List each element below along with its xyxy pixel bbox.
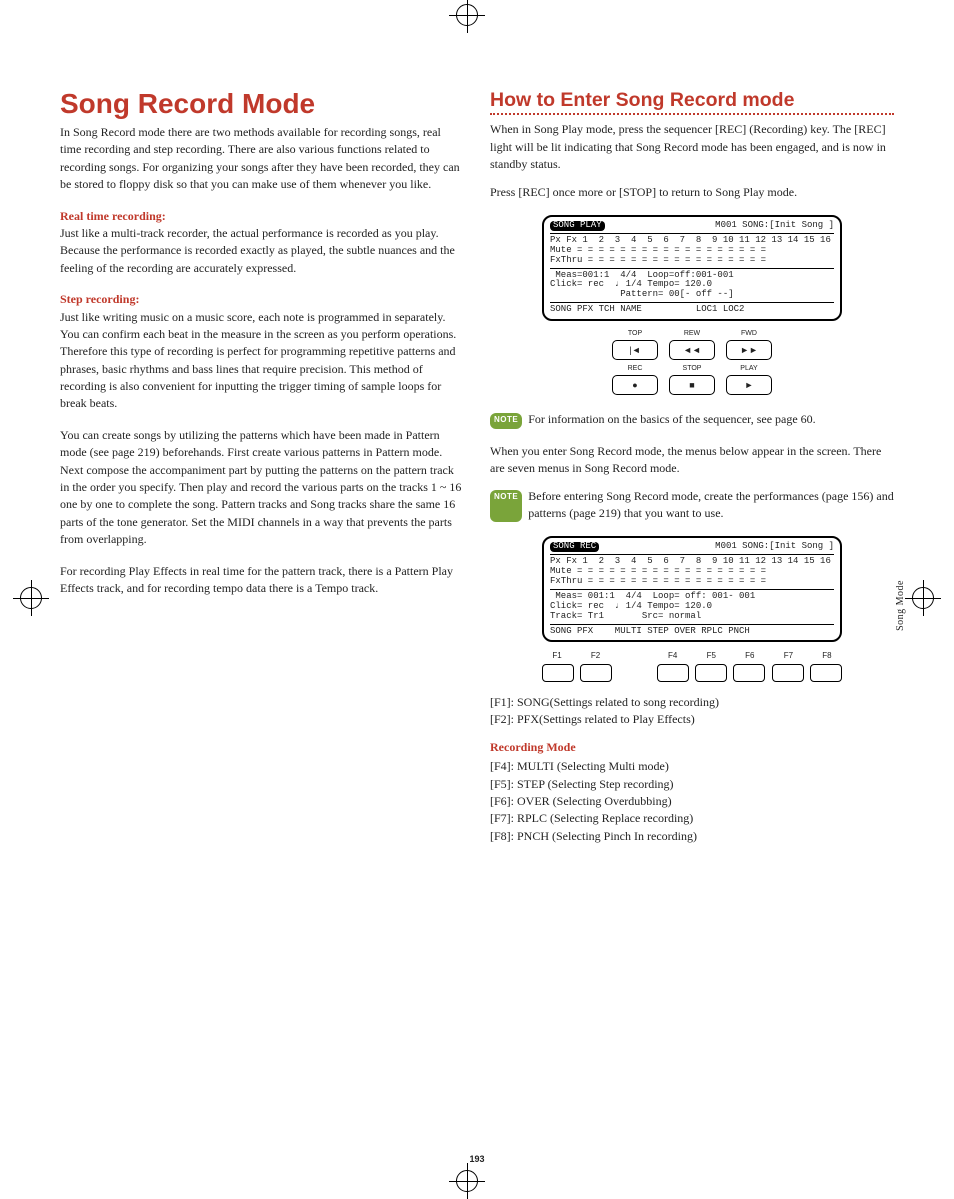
lcd2-tag: SONG REC [550, 542, 599, 552]
btn-rew[interactable]: ◄◄ [669, 340, 715, 360]
para-enter-1: When in Song Play mode, press the sequen… [490, 121, 894, 173]
btn-top[interactable]: |◄ [612, 340, 658, 360]
lcd-song-rec: SONG REC M001 SONG:[Init Song ] Px Fx 1 … [542, 536, 842, 642]
note-2-text: Before entering Song Record mode, create… [528, 488, 894, 523]
register-bottom [456, 1170, 478, 1192]
f1-f2-list: [F1]: SONG(Settings related to song reco… [490, 694, 894, 729]
btn-rec[interactable]: ● [612, 375, 658, 395]
page-title: Song Record Mode [60, 90, 464, 118]
lcd1-fx: FxThru = = = = = = = = = = = = = = = = = [550, 256, 834, 266]
lcd2-bottom: SONG PFX MULTI STEP OVER RPLC PNCH [550, 627, 834, 637]
intro-paragraph: In Song Record mode there are two method… [60, 124, 464, 194]
recording-mode-heading: Recording Mode [490, 739, 894, 756]
subhead-step: Step recording: [60, 291, 464, 308]
para-realtime: Just like a multi-track recorder, the ac… [60, 225, 464, 277]
lcd-song-play: SONG PLAY M001 SONG:[Init Song ] Px Fx 1… [542, 215, 842, 321]
note-badge-icon: NOTE [490, 413, 522, 428]
label-rec: REC [612, 364, 658, 374]
para-patterns: You can create songs by utilizing the pa… [60, 427, 464, 549]
fk-btn-f5[interactable] [695, 664, 727, 682]
list-item: [F2]: PFX(Settings related to Play Effec… [490, 711, 894, 728]
para-step: Just like writing music on a music score… [60, 309, 464, 413]
lcd2-track: Track= Tr1 Src= normal [550, 612, 834, 622]
fk-btn-f1[interactable] [542, 664, 574, 682]
label-fwd: FWD [726, 329, 772, 339]
btn-stop[interactable]: ■ [669, 375, 715, 395]
fk-btn-f2[interactable] [580, 664, 612, 682]
list-item: [F6]: OVER (Selecting Overdubbing) [490, 793, 894, 810]
lcd2-fx: FxThru = = = = = = = = = = = = = = = = = [550, 577, 834, 587]
label-rew: REW [669, 329, 715, 339]
page-number: 193 [0, 1153, 954, 1166]
subhead-realtime: Real time recording: [60, 208, 464, 225]
fk-label-f6: F6 [735, 650, 765, 662]
btn-fwd[interactable]: ►► [726, 340, 772, 360]
lcd1-tag: SONG PLAY [550, 221, 605, 231]
lcd1-bottom: SONG PFX TCH NAME LOC1 LOC2 [550, 305, 834, 315]
dotted-rule [490, 113, 894, 115]
list-item: [F4]: MULTI (Selecting Multi mode) [490, 758, 894, 775]
fk-label-f7: F7 [773, 650, 803, 662]
fk-btn-f7[interactable] [772, 664, 804, 682]
lcd1-right: M001 SONG:[Init Song ] [715, 221, 834, 231]
left-column: Song Record Mode In Song Record mode the… [60, 90, 464, 845]
para-enter-2: Press [REC] once more or [STOP] to retur… [490, 184, 894, 201]
fk-label-f1: F1 [542, 650, 572, 662]
transport-keys: TOP |◄ REW ◄◄ FWD ►► REC ● STOP ■ PLAY ► [612, 329, 772, 395]
list-item: [F8]: PNCH (Selecting Pinch In recording… [490, 828, 894, 845]
lcd1-patt: Pattern= 00[- off --] [550, 290, 834, 300]
note-1: NOTE For information on the basics of th… [490, 411, 894, 428]
list-item: [F1]: SONG(Settings related to song reco… [490, 694, 894, 711]
note-badge-icon: NOTE [490, 490, 522, 523]
fk-label-f8: F8 [812, 650, 842, 662]
list-item: [F7]: RPLC (Selecting Replace recording) [490, 810, 894, 827]
right-column: How to Enter Song Record mode When in So… [490, 90, 894, 845]
para-menus: When you enter Song Record mode, the men… [490, 443, 894, 478]
label-play: PLAY [726, 364, 772, 374]
btn-play[interactable]: ► [726, 375, 772, 395]
fk-btn-f4[interactable] [657, 664, 689, 682]
f4-f8-list: [F4]: MULTI (Selecting Multi mode) [F5]:… [490, 758, 894, 845]
fk-label-f4: F4 [658, 650, 688, 662]
label-top: TOP [612, 329, 658, 339]
function-keys: F1 F2 - F4 F5 F6 F7 F8 [542, 650, 842, 682]
note-2: NOTE Before entering Song Record mode, c… [490, 488, 894, 523]
fk-btn-f6[interactable] [733, 664, 765, 682]
list-item: [F5]: STEP (Selecting Step recording) [490, 776, 894, 793]
fk-btn-f8[interactable] [810, 664, 842, 682]
fk-label-f2: F2 [581, 650, 611, 662]
label-stop: STOP [669, 364, 715, 374]
fk-label-f5: F5 [696, 650, 726, 662]
para-pfx: For recording Play Effects in real time … [60, 563, 464, 598]
note-1-text: For information on the basics of the seq… [528, 411, 894, 428]
lcd2-right: M001 SONG:[Init Song ] [715, 542, 834, 552]
section-heading: How to Enter Song Record mode [490, 90, 894, 111]
